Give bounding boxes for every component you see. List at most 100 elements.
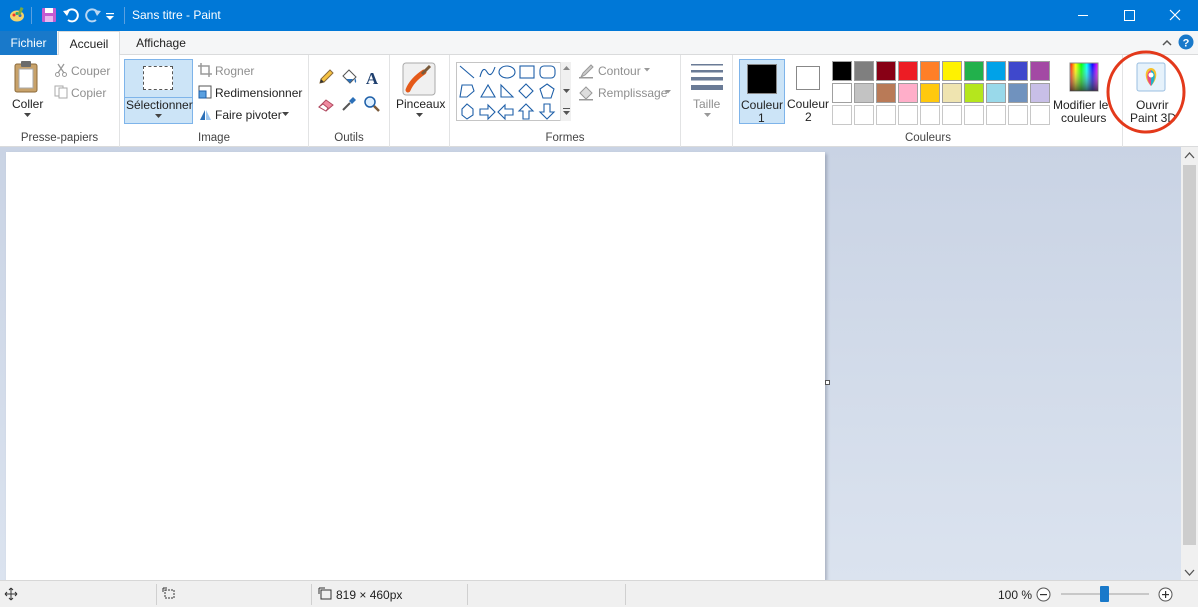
palette-swatch[interactable]	[854, 83, 874, 103]
color-picker-icon[interactable]	[340, 95, 358, 113]
size-icon[interactable]	[690, 63, 724, 91]
paste-icon[interactable]	[12, 60, 42, 94]
color2-button[interactable]: Couleur 2	[786, 59, 832, 124]
edit-colors-label-1[interactable]: Modifier le	[1053, 98, 1108, 112]
shapes-group: Contour Remplissage Formes	[450, 55, 681, 147]
palette-swatch-empty[interactable]	[986, 105, 1006, 125]
crop-icon[interactable]	[198, 63, 212, 77]
rotate-label[interactable]: Faire pivoter	[215, 108, 282, 122]
help-icon[interactable]: ?	[1178, 34, 1194, 50]
palette-swatch[interactable]	[854, 61, 874, 81]
palette-swatch[interactable]	[920, 83, 940, 103]
palette-swatch[interactable]	[964, 61, 984, 81]
palette-swatch-empty[interactable]	[1030, 105, 1050, 125]
palette-swatch-empty[interactable]	[1008, 105, 1028, 125]
palette-swatch[interactable]	[876, 61, 896, 81]
edit-colors-icon[interactable]	[1069, 62, 1099, 92]
paste-label[interactable]: Coller	[12, 97, 43, 111]
svg-text:A: A	[366, 69, 379, 86]
status-separator	[625, 584, 626, 605]
close-button[interactable]	[1152, 0, 1198, 31]
palette-swatch-empty[interactable]	[898, 105, 918, 125]
select-dropdown-icon[interactable]	[155, 114, 162, 119]
tab-view[interactable]: Affichage	[122, 31, 200, 55]
resize-handle[interactable]	[825, 380, 830, 385]
palette-swatch-empty[interactable]	[942, 105, 962, 125]
eraser-icon[interactable]	[317, 95, 335, 113]
tab-home[interactable]: Accueil	[58, 31, 120, 56]
maximize-button[interactable]	[1106, 0, 1152, 31]
palette-swatch[interactable]	[942, 83, 962, 103]
palette-swatch-empty[interactable]	[876, 105, 896, 125]
rotate-icon[interactable]	[198, 107, 212, 121]
canvas-area[interactable]	[0, 147, 1181, 580]
palette-swatch[interactable]	[832, 61, 852, 81]
palette-swatch[interactable]	[832, 83, 852, 103]
palette-swatch-empty[interactable]	[920, 105, 940, 125]
copy-label[interactable]: Copier	[71, 86, 106, 100]
customize-qa-icon[interactable]	[104, 6, 116, 24]
palette-swatch[interactable]	[986, 83, 1006, 103]
minimize-button[interactable]	[1060, 0, 1106, 31]
palette-swatch[interactable]	[942, 61, 962, 81]
palette-swatch[interactable]	[920, 61, 940, 81]
shapes-gallery[interactable]	[456, 62, 571, 121]
fill-dropdown-icon[interactable]	[665, 90, 671, 94]
zoom-slider-thumb[interactable]	[1100, 586, 1109, 602]
brushes-icon[interactable]	[402, 62, 436, 96]
text-icon[interactable]: A	[363, 68, 381, 86]
shapes-scroll-arrows-icon	[563, 66, 570, 115]
fill-icon[interactable]	[578, 85, 594, 101]
shapes-group-label: Formes	[545, 132, 585, 144]
palette-swatch[interactable]	[898, 61, 918, 81]
palette-swatch[interactable]	[1008, 61, 1028, 81]
redo-icon[interactable]	[84, 6, 102, 24]
palette-swatch[interactable]	[1030, 83, 1050, 103]
palette-swatch[interactable]	[1030, 61, 1050, 81]
palette-swatch[interactable]	[898, 83, 918, 103]
outline-dropdown-icon[interactable]	[644, 68, 650, 72]
image-group-label: Image	[198, 132, 230, 144]
magnifier-icon[interactable]	[363, 95, 381, 113]
size-dropdown-icon[interactable]	[704, 113, 711, 118]
zoom-in-icon[interactable]	[1158, 587, 1173, 602]
palette-swatch-empty[interactable]	[832, 105, 852, 125]
scroll-thumb[interactable]	[1183, 165, 1196, 545]
resize-icon[interactable]	[198, 85, 212, 99]
cursor-position-icon	[4, 587, 18, 601]
rotate-dropdown-icon[interactable]	[282, 112, 289, 117]
paint-app-icon[interactable]	[8, 6, 26, 24]
save-icon[interactable]	[40, 6, 58, 24]
shapes-gallery-scroll[interactable]	[560, 62, 571, 121]
edit-colors-label-2[interactable]: couleurs	[1061, 111, 1106, 125]
outline-icon[interactable]	[578, 63, 594, 79]
palette-swatch[interactable]	[1008, 83, 1028, 103]
color1-button[interactable]: Couleur 1	[739, 59, 785, 125]
copy-icon[interactable]	[54, 85, 68, 99]
crop-label[interactable]: Rogner	[215, 64, 254, 78]
collapse-ribbon-icon[interactable]	[1161, 37, 1173, 49]
palette-swatch[interactable]	[986, 61, 1006, 81]
zoom-out-icon[interactable]	[1036, 587, 1051, 602]
resize-label[interactable]: Redimensionner	[215, 86, 302, 100]
fill-label[interactable]: Remplissage	[598, 86, 667, 100]
palette-swatch-empty[interactable]	[854, 105, 874, 125]
cut-icon[interactable]	[54, 63, 68, 77]
outline-label[interactable]: Contour	[598, 64, 641, 78]
brushes-label[interactable]: Pinceaux	[396, 97, 445, 111]
tab-file[interactable]: Fichier	[0, 31, 57, 55]
fill-bucket-icon[interactable]	[340, 68, 358, 86]
palette-swatch-empty[interactable]	[964, 105, 984, 125]
paste-dropdown-icon[interactable]	[24, 113, 31, 118]
select-button[interactable]: Sélectionner	[124, 59, 193, 124]
cut-label[interactable]: Couper	[71, 64, 110, 78]
tools-group-label: Outils	[334, 132, 364, 144]
pencil-icon[interactable]	[317, 68, 335, 86]
vertical-scrollbar[interactable]	[1181, 147, 1198, 580]
drawing-canvas[interactable]	[6, 152, 825, 580]
palette-swatch[interactable]	[876, 83, 896, 103]
undo-icon[interactable]	[62, 6, 80, 24]
size-label[interactable]: Taille	[693, 97, 720, 111]
palette-swatch[interactable]	[964, 83, 984, 103]
brushes-dropdown-icon[interactable]	[416, 113, 423, 118]
